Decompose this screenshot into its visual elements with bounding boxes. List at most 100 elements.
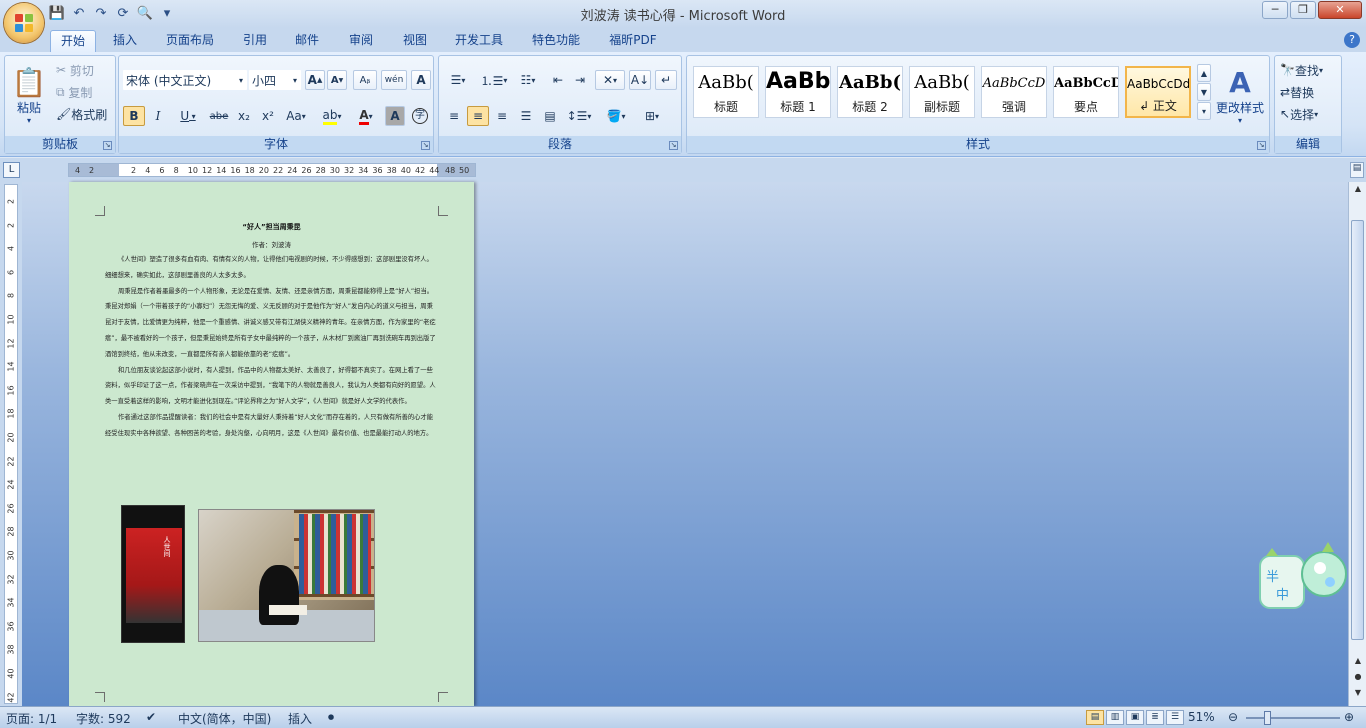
zoom-slider-thumb[interactable] <box>1264 711 1271 725</box>
outline-view-button[interactable]: ≣ <box>1146 710 1164 725</box>
tab-foxit-pdf[interactable]: 福昕PDF <box>602 30 664 52</box>
grow-font-button[interactable]: A ▲ <box>305 70 325 90</box>
style-title[interactable]: AaBb( 标题 <box>693 66 759 118</box>
align-center-button[interactable]: ≡ <box>467 106 489 126</box>
align-right-button[interactable]: ≡ <box>491 106 513 126</box>
bold-button[interactable]: B <box>123 106 145 126</box>
decrease-indent-button[interactable]: ⇤ <box>547 70 569 90</box>
zoom-slider[interactable] <box>1246 717 1340 719</box>
tab-selector-button[interactable]: L <box>3 162 20 178</box>
draft-view-button[interactable]: ☰ <box>1166 710 1184 725</box>
show-marks-button[interactable]: ↵ <box>655 70 677 90</box>
tab-page-layout[interactable]: 页面布局 <box>158 30 222 52</box>
subscript-button[interactable]: x₂ <box>233 106 255 126</box>
tab-references[interactable]: 引用 <box>236 30 274 52</box>
paste-button[interactable]: 📋 粘贴 ▾ <box>9 60 49 130</box>
char-shading-button[interactable]: A <box>385 106 405 126</box>
gallery-up-button[interactable]: ▲ <box>1197 64 1211 82</box>
underline-button[interactable]: U ▾ <box>171 106 205 126</box>
select-browse-object-icon[interactable]: ● <box>1352 672 1364 681</box>
restore-button[interactable]: ❐ <box>1290 1 1316 19</box>
copy-button[interactable]: ⧉ 复制 <box>55 82 113 102</box>
reading-photo-image[interactable] <box>198 509 375 642</box>
chinese-layout-button[interactable]: ✕ ▾ <box>595 70 625 90</box>
shrink-font-button[interactable]: A ▼ <box>327 70 347 90</box>
increase-indent-button[interactable]: ⇥ <box>569 70 591 90</box>
borders-button[interactable]: ⊞ ▾ <box>635 106 669 126</box>
print-layout-view-button[interactable]: ▤ <box>1086 710 1104 725</box>
style-heading-2[interactable]: AaBb( 标题 2 <box>837 66 903 118</box>
clear-format-button[interactable]: Aᵦ <box>353 70 377 90</box>
char-border-button[interactable]: A <box>411 70 431 90</box>
dialog-launcher-icon[interactable]: ↘ <box>669 141 678 150</box>
full-screen-reading-button[interactable]: ▥ <box>1106 710 1124 725</box>
font-name-combo[interactable]: 宋体 (中文正文) ▾ <box>123 70 247 90</box>
document-page[interactable]: “好人”担当周秉昆 作者：刘波涛 《人世间》塑造了很多有血有肉、有情有义的人物，… <box>69 182 474 706</box>
italic-button[interactable]: I <box>147 106 169 126</box>
scroll-up-icon[interactable]: ▲ <box>1352 656 1364 665</box>
style-strong[interactable]: AaBbCcD 要点 <box>1053 66 1119 118</box>
style-heading-1[interactable]: AaBb 标题 1 <box>765 66 831 118</box>
tab-insert[interactable]: 插入 <box>106 30 144 52</box>
replace-button[interactable]: ⇄ 替换 <box>1279 82 1341 102</box>
change-case-button[interactable]: Aa ▾ <box>281 106 311 126</box>
zoom-in-icon[interactable]: ⊕ <box>1344 710 1354 724</box>
dialog-launcher-icon[interactable]: ↘ <box>103 141 112 150</box>
tab-developer[interactable]: 开发工具 <box>448 30 510 52</box>
proofing-icon[interactable]: ✔ <box>146 710 156 724</box>
bullets-button[interactable]: ☰ ▾ <box>443 70 473 90</box>
style-normal[interactable]: AaBbCcDd ↲ 正文 <box>1125 66 1191 118</box>
justify-button[interactable]: ☰ <box>515 106 537 126</box>
select-button[interactable]: ↖ 选择 ▾ <box>1279 104 1341 124</box>
tab-view[interactable]: 视图 <box>396 30 434 52</box>
shading-button[interactable]: 🪣 ▾ <box>599 106 633 126</box>
multilevel-list-button[interactable]: ☷ ▾ <box>513 70 543 90</box>
format-painter-button[interactable]: 🖌 格式刷 <box>55 104 115 124</box>
gallery-more-button[interactable]: ▾ <box>1197 102 1211 120</box>
highlight-button[interactable]: ab ▾ <box>315 106 349 126</box>
font-color-button[interactable]: A ▾ <box>351 106 381 126</box>
language-indicator[interactable]: 中文(简体，中国) <box>178 710 271 727</box>
zoom-out-icon[interactable]: ⊖ <box>1228 710 1238 724</box>
font-size-combo[interactable]: 小四 ▾ <box>249 70 301 90</box>
close-button[interactable]: ✕ <box>1318 1 1362 19</box>
style-subtitle[interactable]: AaBb( 副标题 <box>909 66 975 118</box>
distribute-button[interactable]: ▤ <box>539 106 561 126</box>
enclose-char-button[interactable]: 字 <box>409 106 431 126</box>
scroll-down-icon[interactable]: ▼ <box>1352 688 1364 697</box>
tab-special-features[interactable]: 特色功能 <box>526 30 586 52</box>
cut-button[interactable]: ✂ 剪切 <box>55 60 113 80</box>
view-ruler-button[interactable]: ▤ <box>1350 162 1364 178</box>
line-spacing-button[interactable]: ↕☰ ▾ <box>563 106 595 126</box>
sort-button[interactable]: A↓ <box>629 70 651 90</box>
align-left-button[interactable]: ≡ <box>443 106 465 126</box>
tab-mailings[interactable]: 邮件 <box>288 30 326 52</box>
vertical-ruler[interactable]: 2 2 4 6 8 10 12 14 16 18 20 22 24 26 28 30 32 34 36 38 40 42 <box>4 184 18 704</box>
macro-record-icon[interactable]: ⏺ <box>328 710 334 725</box>
vertical-scrollbar[interactable]: ▲ ▲ ● ▼ <box>1348 182 1366 706</box>
office-button[interactable] <box>4 3 44 43</box>
scrollbar-thumb[interactable] <box>1351 220 1364 640</box>
book-cover-image[interactable]: 人世间 <box>121 505 185 643</box>
help-icon[interactable]: ? <box>1344 32 1360 48</box>
gallery-down-button[interactable]: ▼ <box>1197 83 1211 101</box>
tab-review[interactable]: 审阅 <box>342 30 380 52</box>
change-styles-button[interactable]: A 更改样式 ▾ <box>1213 60 1267 130</box>
insert-mode[interactable]: 插入 <box>288 710 312 727</box>
web-layout-button[interactable]: ▣ <box>1126 710 1144 725</box>
minimize-button[interactable]: ─ <box>1262 1 1288 19</box>
strikethrough-button[interactable]: abe <box>207 106 231 126</box>
numbering-button[interactable]: ⒈☰ ▾ <box>477 70 511 90</box>
phonetic-guide-button[interactable]: wén <box>381 70 407 90</box>
zoom-level[interactable]: 51% <box>1188 710 1215 724</box>
tab-home[interactable]: 开始 <box>50 30 96 52</box>
page-count[interactable]: 页面: 1/1 <box>6 710 57 727</box>
dialog-launcher-icon[interactable]: ↘ <box>1257 141 1266 150</box>
word-count[interactable]: 字数: 592 <box>76 710 131 727</box>
style-emphasis[interactable]: AaBbCcD 强调 <box>981 66 1047 118</box>
superscript-button[interactable]: x² <box>257 106 279 126</box>
floating-mascot-widget[interactable]: 半 中 <box>1258 538 1348 612</box>
find-button[interactable]: 🔭 查找 ▾ <box>1279 60 1341 80</box>
scroll-up-icon[interactable]: ▲ <box>1352 184 1364 193</box>
dialog-launcher-icon[interactable]: ↘ <box>421 141 430 150</box>
